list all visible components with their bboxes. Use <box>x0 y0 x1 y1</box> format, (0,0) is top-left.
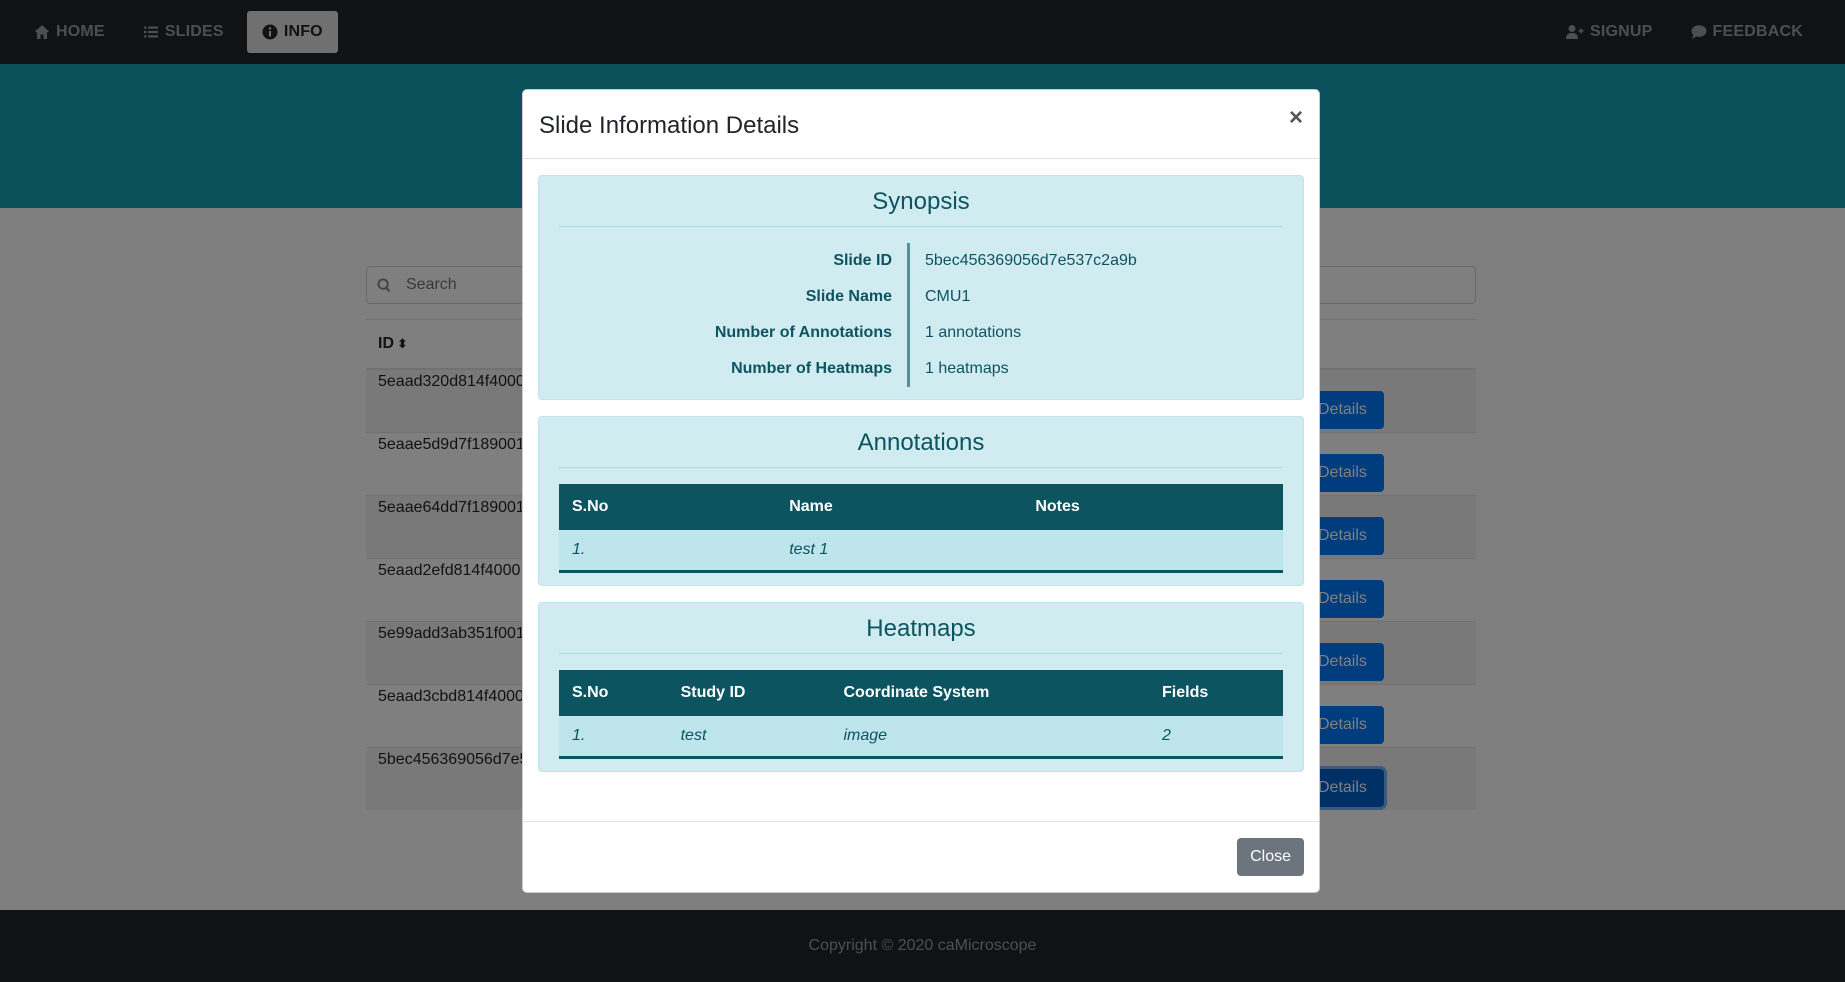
heatmaps-table: S.No Study ID Coordinate System Fields 1… <box>559 670 1283 759</box>
heatmaps-header-fields: Fields <box>1149 670 1283 716</box>
slide-name-label: Slide Name <box>805 288 892 305</box>
heatmaps-header-study-id: Study ID <box>667 670 831 716</box>
modal-body: Synopsis Slide ID Slide Name Number of A… <box>523 159 1319 772</box>
slide-name-value: CMU1 <box>925 288 971 305</box>
table-row: 1. test image 2 <box>559 716 1283 759</box>
table-row: 1. test 1 <box>559 530 1283 573</box>
annotations-header-name: Name <box>776 484 1023 530</box>
annotations-card: Annotations S.No Name Notes 1. test 1 <box>538 416 1304 586</box>
heatmap-sno-cell: 1. <box>559 716 668 759</box>
annotations-table: S.No Name Notes 1. test 1 <box>559 484 1283 573</box>
synopsis-title: Synopsis <box>559 176 1283 227</box>
annotations-header-sno: S.No <box>559 484 777 530</box>
annotation-name-cell: test 1 <box>776 530 1023 573</box>
synopsis-values: 5bec456369056d7e537c2a9b CMU1 1 annotati… <box>910 243 1137 387</box>
modal-title: Slide Information Details <box>539 112 800 139</box>
annotation-count-value: 1 annotations <box>925 324 1022 341</box>
close-button[interactable]: Close <box>1237 838 1304 876</box>
heatmap-count-label: Number of Heatmaps <box>731 360 892 377</box>
slide-id-label: Slide ID <box>833 252 892 269</box>
annotation-count-label: Number of Annotations <box>714 324 892 341</box>
modal-footer: Close <box>523 821 1319 892</box>
heatmap-count-value: 1 heatmaps <box>925 360 1009 377</box>
slide-id-value: 5bec456369056d7e537c2a9b <box>925 252 1137 269</box>
heatmap-coordinate-system-cell: image <box>830 716 1150 759</box>
modal-header: Slide Information Details × <box>523 90 1319 159</box>
annotation-notes-cell <box>1022 530 1283 573</box>
annotations-title: Annotations <box>559 417 1283 468</box>
heatmaps-header-coordinate-system: Coordinate System <box>830 670 1150 716</box>
heatmaps-header-sno: S.No <box>559 670 668 716</box>
synopsis-grid: Slide ID Slide Name Number of Annotation… <box>559 243 1283 387</box>
heatmap-study-id-cell: test <box>667 716 831 759</box>
synopsis-card: Synopsis Slide ID Slide Name Number of A… <box>538 175 1304 400</box>
annotation-sno-cell: 1. <box>559 530 777 573</box>
heatmaps-card: Heatmaps S.No Study ID Coordinate System… <box>538 602 1304 772</box>
annotations-header-notes: Notes <box>1022 484 1283 530</box>
slide-info-modal: Slide Information Details × Synopsis Sli… <box>522 89 1320 893</box>
heatmaps-title: Heatmaps <box>559 603 1283 654</box>
heatmap-fields-cell: 2 <box>1149 716 1283 759</box>
close-icon[interactable]: × <box>1289 106 1303 130</box>
synopsis-labels: Slide ID Slide Name Number of Annotation… <box>559 243 910 387</box>
